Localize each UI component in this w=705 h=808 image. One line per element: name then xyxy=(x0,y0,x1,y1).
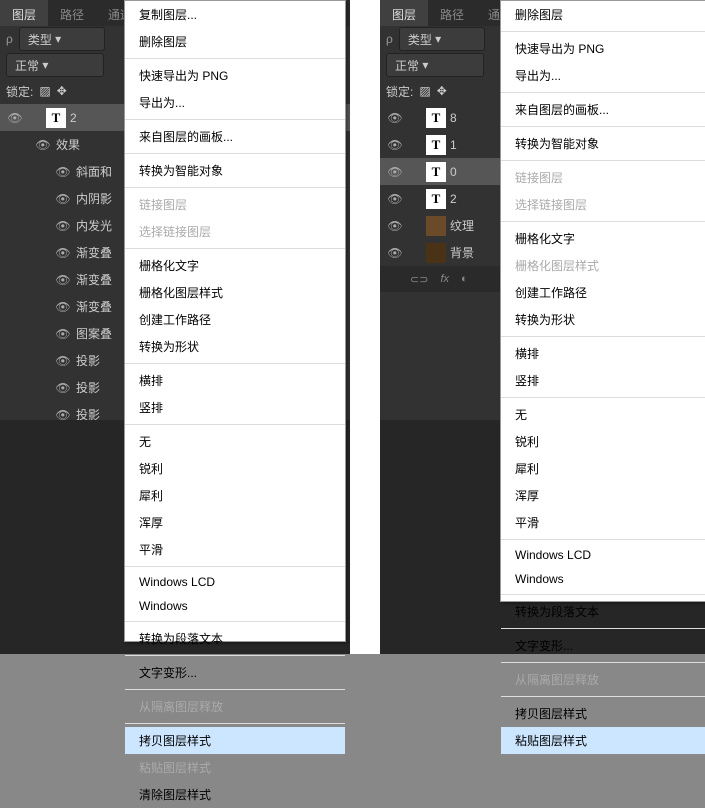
menu-rasterize-text[interactable]: 栅格化文字 xyxy=(125,252,345,279)
menu-quick-png[interactable]: 快速导出为 PNG xyxy=(501,35,705,62)
menu-windows[interactable]: Windows xyxy=(501,567,705,591)
menu-windows[interactable]: Windows xyxy=(125,594,345,618)
menu-win-lcd[interactable]: Windows LCD xyxy=(501,543,705,567)
menu-vertical[interactable]: 竖排 xyxy=(125,394,345,421)
menu-artboard[interactable]: 来自图层的画板... xyxy=(501,96,705,123)
tab-layers[interactable]: 图层 xyxy=(0,0,48,26)
menu-release-iso: 从隔离图层释放 xyxy=(125,693,345,720)
menu-strong[interactable]: 浑厚 xyxy=(125,509,345,536)
tab-paths[interactable]: 路径 xyxy=(428,0,476,26)
menu-strong[interactable]: 浑厚 xyxy=(501,482,705,509)
menu-paste-style[interactable]: 粘贴图层样式 xyxy=(501,727,705,754)
context-menu: 删除图层 快速导出为 PNG 导出为... 来自图层的画板... 转换为智能对象… xyxy=(500,0,705,602)
menu-rasterize-style[interactable]: 栅格化图层样式 xyxy=(125,279,345,306)
menu-export-as[interactable]: 导出为... xyxy=(501,62,705,89)
move-icon[interactable]: ✥ xyxy=(57,84,67,98)
lock-icon[interactable]: ▨ xyxy=(39,84,50,98)
blend-mode-dropdown[interactable]: 正常 ▾ xyxy=(6,53,104,77)
menu-convert-shape[interactable]: 转换为形状 xyxy=(501,306,705,333)
lock-icon[interactable]: ▨ xyxy=(419,84,430,98)
menu-select-linked: 选择链接图层 xyxy=(501,191,705,218)
menu-paragraph[interactable]: 转换为段落文本 xyxy=(125,625,345,652)
menu-convert-shape[interactable]: 转换为形状 xyxy=(125,333,345,360)
menu-crisp[interactable]: 犀利 xyxy=(501,455,705,482)
menu-warp-text[interactable]: 文字变形... xyxy=(125,659,345,686)
menu-export-as[interactable]: 导出为... xyxy=(125,89,345,116)
menu-delete-layer[interactable]: 删除图层 xyxy=(125,28,345,55)
tab-paths[interactable]: 路径 xyxy=(48,0,96,26)
menu-smooth[interactable]: 平滑 xyxy=(501,509,705,536)
menu-vertical[interactable]: 竖排 xyxy=(501,367,705,394)
blend-mode-dropdown[interactable]: 正常 ▾ xyxy=(386,53,484,77)
menu-horizontal[interactable]: 横排 xyxy=(501,340,705,367)
filter-type-dropdown[interactable]: 类型 ▾ xyxy=(399,27,485,51)
menu-sharp[interactable]: 锐利 xyxy=(501,428,705,455)
context-menu: 复制图层... 删除图层 快速导出为 PNG 导出为... 来自图层的画板...… xyxy=(124,0,346,642)
menu-copy-style[interactable]: 拷贝图层样式 xyxy=(125,727,345,754)
menu-smart-object[interactable]: 转换为智能对象 xyxy=(501,130,705,157)
menu-none[interactable]: 无 xyxy=(125,428,345,455)
menu-smart-object[interactable]: 转换为智能对象 xyxy=(125,157,345,184)
menu-copy-style[interactable]: 拷贝图层样式 xyxy=(501,700,705,727)
menu-win-lcd[interactable]: Windows LCD xyxy=(125,570,345,594)
menu-horizontal[interactable]: 横排 xyxy=(125,367,345,394)
menu-sharp[interactable]: 锐利 xyxy=(125,455,345,482)
lock-label: 锁定: xyxy=(6,83,33,100)
text-layer-icon: T xyxy=(46,108,66,128)
menu-delete-layer[interactable]: 删除图层 xyxy=(501,1,705,28)
menu-none[interactable]: 无 xyxy=(501,401,705,428)
menu-select-linked: 选择链接图层 xyxy=(125,218,345,245)
menu-paragraph[interactable]: 转换为段落文本 xyxy=(501,598,705,625)
menu-release-iso: 从隔离图层释放 xyxy=(501,666,705,693)
link-icon[interactable]: ⊂⊃ xyxy=(410,273,428,286)
menu-warp-text[interactable]: 文字变形... xyxy=(501,632,705,659)
tab-layers[interactable]: 图层 xyxy=(380,0,428,26)
visibility-icon[interactable]: 👁 xyxy=(6,111,24,125)
move-icon[interactable]: ✥ xyxy=(437,84,447,98)
filter-type-dropdown[interactable]: 类型 ▾ xyxy=(19,27,105,51)
menu-rasterize-style: 栅格化图层样式 xyxy=(501,252,705,279)
menu-crisp[interactable]: 犀利 xyxy=(125,482,345,509)
mask-icon[interactable]: ◐ xyxy=(461,273,468,285)
lock-label: 锁定: xyxy=(386,83,413,100)
menu-smooth[interactable]: 平滑 xyxy=(125,536,345,563)
menu-clear-style[interactable]: 清除图层样式 xyxy=(125,781,345,808)
menu-create-path[interactable]: 创建工作路径 xyxy=(501,279,705,306)
fx-icon[interactable]: fx xyxy=(440,273,449,285)
visibility-icon[interactable]: 👁 xyxy=(34,138,52,152)
menu-paste-style: 粘贴图层样式 xyxy=(125,754,345,781)
menu-link-layers: 链接图层 xyxy=(125,191,345,218)
menu-create-path[interactable]: 创建工作路径 xyxy=(125,306,345,333)
menu-link-layers: 链接图层 xyxy=(501,164,705,191)
menu-quick-png[interactable]: 快速导出为 PNG xyxy=(125,62,345,89)
menu-rasterize-text[interactable]: 栅格化文字 xyxy=(501,225,705,252)
menu-copy-layer[interactable]: 复制图层... xyxy=(125,1,345,28)
menu-artboard[interactable]: 来自图层的画板... xyxy=(125,123,345,150)
